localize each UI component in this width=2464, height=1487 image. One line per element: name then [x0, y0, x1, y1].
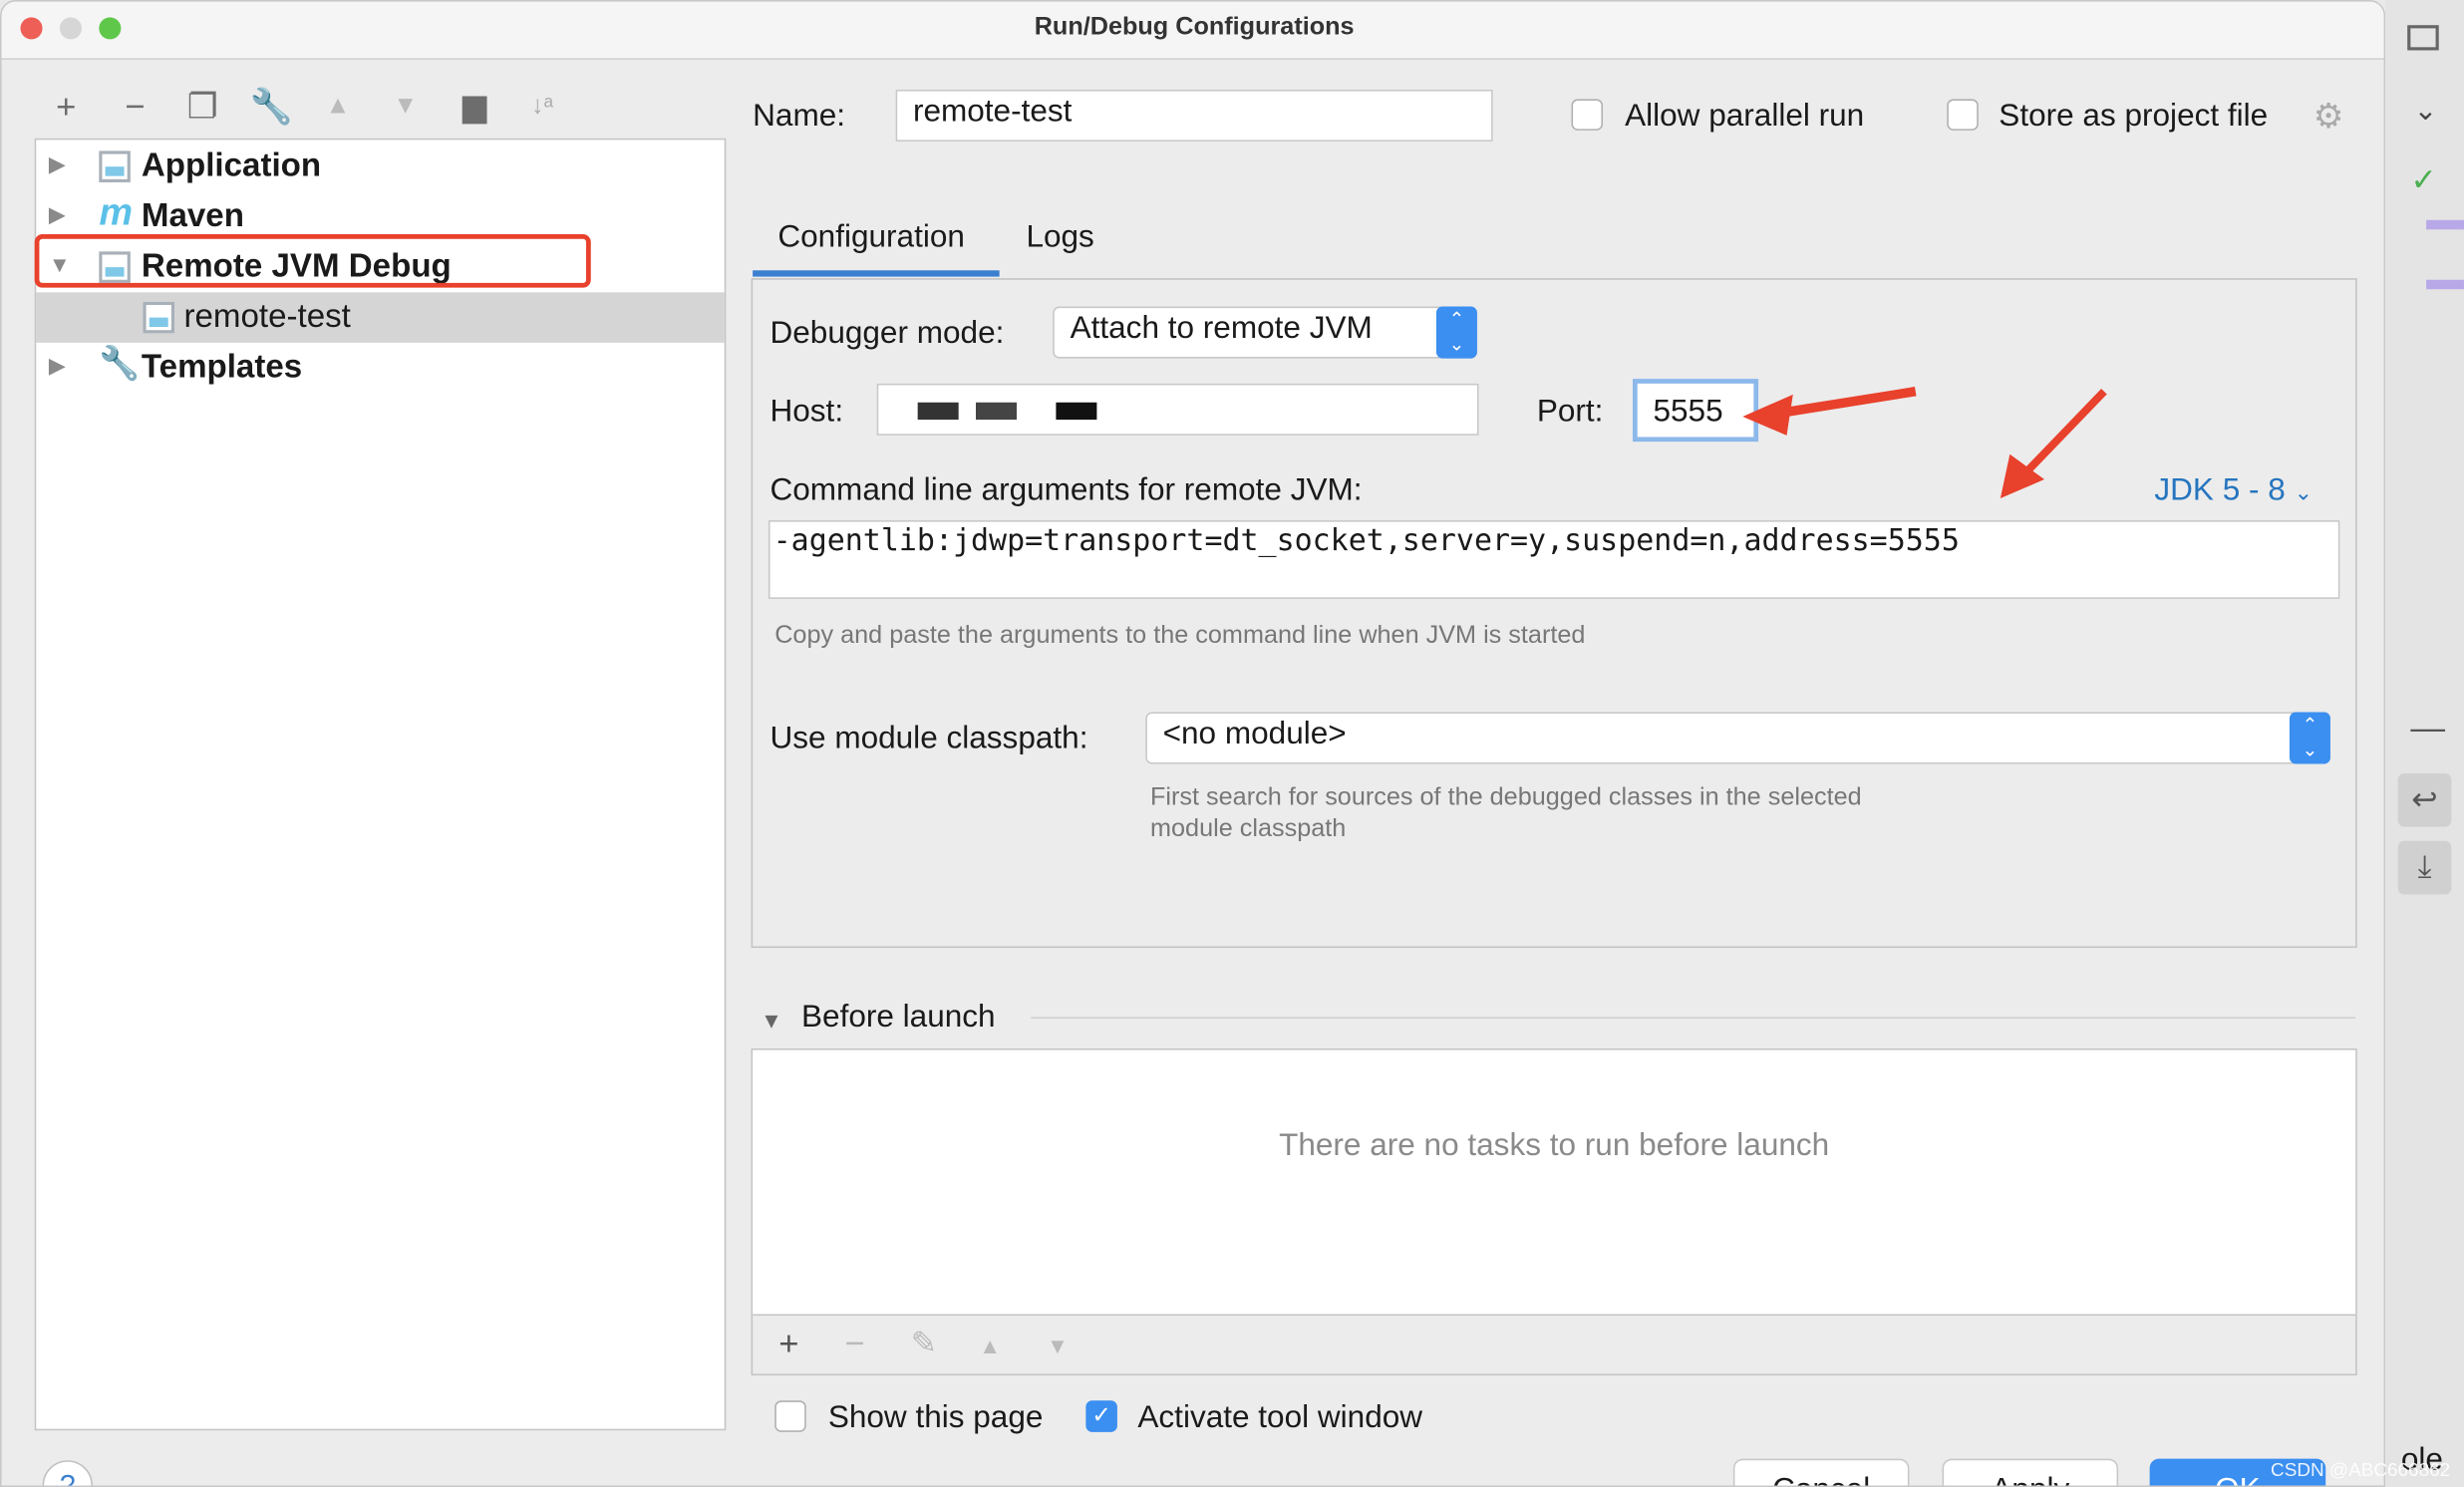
expand-arrow-icon[interactable]: ▶ — [49, 150, 66, 177]
store-project-label: Store as project file — [1999, 99, 2269, 135]
check-icon: ✓ — [2410, 163, 2437, 198]
before-launch-list: There are no tasks to run before launch — [753, 1049, 2356, 1317]
red-arrows — [1742, 387, 2107, 498]
empty-tasks-text: There are no tasks to run before launch — [1279, 1128, 1830, 1164]
debugger-mode-label: Debugger mode: — [770, 316, 1005, 351]
tree-item-remote-test[interactable]: remote-test — [36, 292, 725, 343]
tab-logs[interactable]: Logs — [1026, 220, 1093, 256]
arrow-up-icon[interactable]: ▲ — [317, 93, 358, 121]
chevron-down-icon: ⌄ — [2294, 479, 2313, 505]
remote-debug-icon — [143, 301, 174, 334]
ide-background-strip: ⌄ ✓ — ↩ ⤓ ole — [2385, 0, 2464, 1487]
redacted-block — [1056, 402, 1097, 421]
soft-wrap-icon[interactable]: ↩ — [2397, 772, 2452, 827]
show-page-label: Show this page — [827, 1400, 1044, 1435]
port-label: Port: — [1536, 394, 1604, 430]
tree-item-templates[interactable]: ▶ 🔧 Templates — [36, 343, 725, 393]
module-hint-line1: First search for sources of the debugged… — [1149, 784, 1862, 811]
plus-icon[interactable]: + — [46, 87, 87, 128]
show-page-checkbox[interactable] — [774, 1400, 806, 1432]
store-project-checkbox[interactable] — [1947, 99, 1979, 131]
cmd-label: Command line arguments for remote JVM: — [770, 472, 1363, 508]
watermark: CSDN @ABC666862 — [2271, 1458, 2451, 1481]
sort-az-icon[interactable]: ↓ᵃ — [521, 93, 562, 121]
maven-icon: m — [99, 191, 133, 235]
redacted-block — [976, 402, 1017, 421]
debugger-mode-value: Attach to remote JVM — [1070, 311, 1373, 346]
highlight-box — [34, 234, 591, 288]
redacted-block — [917, 402, 959, 421]
help-button[interactable]: ? — [42, 1460, 94, 1486]
remove-task-icon[interactable]: − — [834, 1324, 875, 1364]
expand-arrow-icon[interactable]: ▶ — [49, 352, 66, 379]
module-select[interactable]: <no module> — [1145, 712, 2330, 764]
select-arrows-icon[interactable]: ⌃ ⌄ — [2289, 712, 2330, 764]
expand-arrow-icon[interactable]: ▶ — [49, 201, 66, 228]
wrench-icon[interactable]: 🔧 — [250, 87, 293, 128]
before-launch-title: Before launch — [801, 1000, 996, 1035]
add-task-icon[interactable]: + — [769, 1324, 809, 1364]
allow-parallel-label: Allow parallel run — [1625, 99, 1865, 135]
module-hint-line2: module classpath — [1149, 815, 1347, 843]
allow-parallel-checkbox[interactable] — [1571, 99, 1604, 131]
module-label: Use module classpath: — [770, 721, 1088, 756]
application-icon — [99, 150, 131, 182]
activate-tool-label: Activate tool window — [1137, 1400, 1423, 1435]
chevron-down-icon[interactable]: ⌄ — [2414, 95, 2438, 128]
active-tab-indicator — [753, 270, 1000, 277]
activate-tool-checkbox[interactable]: ✓ — [1085, 1400, 1117, 1432]
minus-icon[interactable]: − — [115, 87, 155, 128]
tree-item-application[interactable]: ▶ Application — [36, 142, 725, 191]
cmd-hint: Copy and paste the arguments to the comm… — [774, 622, 1586, 650]
cmd-args-textarea[interactable]: -agentlib:jdwp=transport=dt_socket,serve… — [768, 520, 2340, 599]
copy-icon[interactable]: ❐ — [182, 87, 223, 128]
run-window-icon[interactable] — [2407, 25, 2439, 51]
arrow-down-icon[interactable]: ▼ — [385, 93, 426, 121]
window-title: Run/Debug Configurations — [1034, 14, 1355, 42]
marker — [2426, 219, 2464, 230]
cancel-button[interactable]: Cancel — [1732, 1458, 1910, 1486]
name-label: Name: — [753, 99, 846, 135]
edit-task-icon[interactable]: ✎ — [903, 1324, 944, 1362]
marker — [2426, 279, 2464, 290]
config-tree: ▶ Application ▶ m Maven ▼ Remote JVM Deb… — [34, 138, 727, 1431]
move-up-icon[interactable]: ▲ — [970, 1333, 1011, 1357]
before-launch-panel: There are no tasks to run before launch … — [751, 1047, 2357, 1376]
wrench-icon: 🔧 — [99, 345, 141, 383]
name-input[interactable]: remote-test — [895, 89, 1493, 142]
dialog-window: Run/Debug Configurations + − ❐ 🔧 ▲ ▼ ▆ ↓… — [0, 0, 2386, 1487]
scroll-to-end-icon[interactable]: ⤓ — [2397, 840, 2452, 895]
collapse-arrow-icon[interactable]: ▼ — [761, 1008, 782, 1033]
host-label: Host: — [770, 394, 844, 430]
divider — [1031, 1017, 2356, 1020]
move-down-icon[interactable]: ▼ — [1037, 1333, 1078, 1357]
minimize-icon[interactable]: — — [2410, 708, 2445, 748]
host-input[interactable] — [876, 383, 1479, 436]
folder-add-icon[interactable]: ▆ — [455, 87, 495, 126]
title-bar: Run/Debug Configurations — [1, 1, 2384, 60]
gear-icon[interactable]: ⚙ — [2313, 96, 2344, 137]
debugger-mode-select[interactable]: Attach to remote JVM — [1053, 306, 1477, 359]
module-value: <no module> — [1162, 717, 1347, 751]
jdk-select[interactable]: JDK 5 - 8 ⌄ — [2154, 473, 2312, 509]
select-arrows-icon[interactable]: ⌃ ⌄ — [1435, 306, 1477, 359]
tab-configuration[interactable]: Configuration — [777, 220, 965, 256]
apply-button[interactable]: Apply — [1942, 1458, 2119, 1486]
jdk-select-value: JDK 5 - 8 — [2154, 472, 2286, 508]
